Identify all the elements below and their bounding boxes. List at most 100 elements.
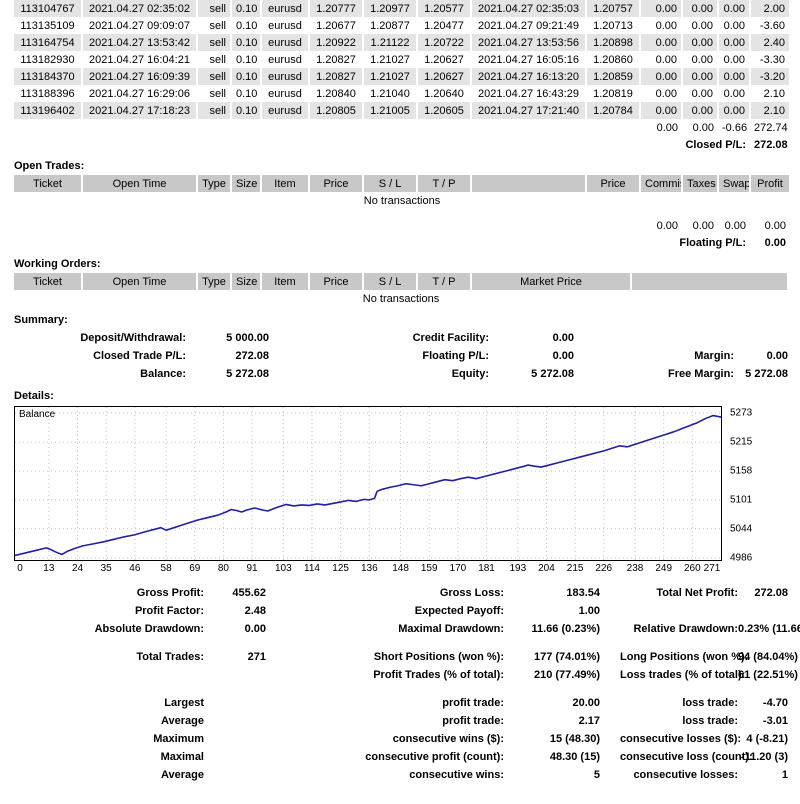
header-type[interactable]: Type xyxy=(197,273,232,290)
cell-sl: 1.21040 xyxy=(363,85,418,102)
header-market-price[interactable]: Market Price xyxy=(471,273,632,290)
total-taxes: 0.00 xyxy=(692,219,714,232)
stats-value: 15 (48.30) xyxy=(549,733,600,745)
table-row[interactable]: 113188396 2021.04.27 16:29:06 sell 0.10 euru… xyxy=(14,85,791,102)
header-commission[interactable]: Commission xyxy=(640,175,683,192)
closed-totals-row: 0.00 0.00 -0.66 272.74 xyxy=(14,119,790,136)
cell-tp: 1.20722 xyxy=(417,34,472,51)
table-row[interactable]: 113196402 2021.04.27 17:18:23 sell 0.10 euru… xyxy=(14,102,791,119)
cell-open-time: 2021.04.27 13:53:42 xyxy=(82,34,198,51)
total-swap: -0.66 xyxy=(722,121,748,134)
header-price[interactable]: Price xyxy=(309,273,364,290)
header-profit[interactable]: Profit xyxy=(750,175,791,192)
cell-close-time: 2021.04.27 17:21:40 xyxy=(471,102,587,119)
stats-spacer-row xyxy=(14,684,788,694)
open-trades-table: Ticket Open Time Type Size Item Price S / LT /… xyxy=(14,175,791,251)
cell-type: sell xyxy=(197,102,232,119)
header-ticket[interactable]: Ticket xyxy=(14,175,83,192)
statistics-table: Gross Profit: 455.62 Gross Loss: 183.54 Tota… xyxy=(14,584,800,784)
table-row[interactable]: 113182930 2021.04.27 16:04:21 sell 0.10 euru… xyxy=(14,51,791,68)
header-s-l[interactable]: S / L xyxy=(363,175,418,192)
stats-label: Average xyxy=(160,769,204,781)
cell-spacer xyxy=(471,217,586,234)
stats-value xyxy=(738,602,788,620)
header-swap[interactable]: Swap xyxy=(718,175,751,192)
y-tick-label: 5273 xyxy=(730,407,753,419)
total-commission: 0.00 xyxy=(656,121,678,134)
cell-close-price: 1.20757 xyxy=(586,0,641,17)
closed-pl-row: Closed P/L: 272.08 xyxy=(14,136,790,153)
cell-spacer xyxy=(586,136,640,153)
chart-y-axis: 4986 5044 5101 5158 5215 5273 xyxy=(726,406,786,564)
table-row[interactable]: 113104767 2021.04.27 02:35:02 sell 0.10 euru… xyxy=(14,0,791,17)
closed-trades-body: 113104767 2021.04.27 02:35:02 sell 0.10 euru… xyxy=(14,0,791,153)
cell-spacer xyxy=(82,234,197,251)
cell-commission: 0.00 xyxy=(640,102,683,119)
header-size[interactable]: Size xyxy=(231,175,262,192)
stats-row: Average consecutive wins: 5 consecutive los… xyxy=(14,766,788,784)
x-tick-label: 271 xyxy=(703,563,721,574)
cell-spacer xyxy=(231,136,261,153)
table-row[interactable]: 113164754 2021.04.27 13:53:42 sell 0.10 euru… xyxy=(14,34,791,51)
cell-swap: 0.00 xyxy=(718,51,751,68)
header-item[interactable]: Item xyxy=(261,273,310,290)
working-orders-empty-row: No transactions xyxy=(14,290,788,307)
cell-spacer xyxy=(266,766,306,784)
stats-value: -4.70 xyxy=(762,697,788,709)
cell-close-price: 1.20859 xyxy=(586,68,641,85)
cell-profit: 2.10 xyxy=(750,102,791,119)
header-price[interactable]: Price xyxy=(586,175,641,192)
header-open-time[interactable]: Open Time xyxy=(82,175,198,192)
open-trades-body: Ticket Open Time Type Size Item Price S / LT /… xyxy=(14,175,791,251)
summary-label: Floating P/L: xyxy=(422,350,489,362)
header-blank[interactable] xyxy=(631,273,789,290)
cell-profit: -3.20 xyxy=(750,68,791,85)
cell-swap: 0.00 xyxy=(718,85,751,102)
x-tick-label: 148 xyxy=(392,563,409,574)
cell-spacer xyxy=(363,234,417,251)
header-t-p[interactable]: T / P xyxy=(417,273,472,290)
cell-spacer xyxy=(82,217,197,234)
header-blank[interactable] xyxy=(471,175,587,192)
stats-label: Maximum xyxy=(153,733,204,745)
cell-tp: 1.20577 xyxy=(417,0,472,17)
header-t-p[interactable]: T / P xyxy=(417,175,472,192)
table-row[interactable]: 113135109 2021.04.27 09:09:07 sell 0.10 euru… xyxy=(14,17,791,34)
stats-label: Profit Factor: xyxy=(134,605,204,617)
header-type[interactable]: Type xyxy=(197,175,232,192)
cell-spacer xyxy=(269,347,309,365)
cell-price: 1.20827 xyxy=(309,51,364,68)
cell-open-time: 2021.04.27 16:09:39 xyxy=(82,68,198,85)
header-taxes[interactable]: Taxes xyxy=(682,175,719,192)
chart-plot-area: Balance xyxy=(14,406,722,561)
header-ticket[interactable]: Ticket xyxy=(14,273,83,290)
summary-label: Margin: xyxy=(694,350,734,362)
stats-label: Average xyxy=(160,715,204,727)
x-tick-label: 170 xyxy=(449,563,467,574)
cell-ticket: 113182930 xyxy=(14,51,83,68)
cell-tp: 1.20477 xyxy=(417,17,472,34)
table-row[interactable]: 113184370 2021.04.27 16:09:39 sell 0.10 euru… xyxy=(14,68,791,85)
x-tick-label: 260 xyxy=(683,563,701,574)
cell-close-time: 2021.04.27 13:53:56 xyxy=(471,34,587,51)
header-open-time[interactable]: Open Time xyxy=(82,273,198,290)
header-price[interactable]: Price xyxy=(309,175,364,192)
stats-row: Average profit trade: 2.17 loss trade: -3.01 xyxy=(14,712,788,730)
cell-profit: 2.10 xyxy=(750,85,791,102)
cell-close-time: 2021.04.27 16:43:29 xyxy=(471,85,587,102)
stats-label: Profit Trades (% of total): xyxy=(373,669,504,681)
header-s-l[interactable]: S / L xyxy=(363,273,418,290)
working-orders-header-row: Ticket Open Time Type Size Item Price S / LT /… xyxy=(14,273,789,290)
stats-value: 4 (-8.21) xyxy=(746,733,788,745)
header-item[interactable]: Item xyxy=(261,175,310,192)
stats-label: Short Positions (won %): xyxy=(373,651,504,663)
cell-spacer xyxy=(14,209,790,217)
cell-spacer xyxy=(82,136,197,153)
stats-label xyxy=(620,602,738,620)
header-size[interactable]: Size xyxy=(231,273,262,290)
cell-type: sell xyxy=(197,68,232,85)
cell-spacer xyxy=(471,136,586,153)
cell-spacer xyxy=(266,730,306,748)
cell-item: eurusd xyxy=(261,85,310,102)
stats-label: consecutive profit (count): xyxy=(365,751,504,763)
